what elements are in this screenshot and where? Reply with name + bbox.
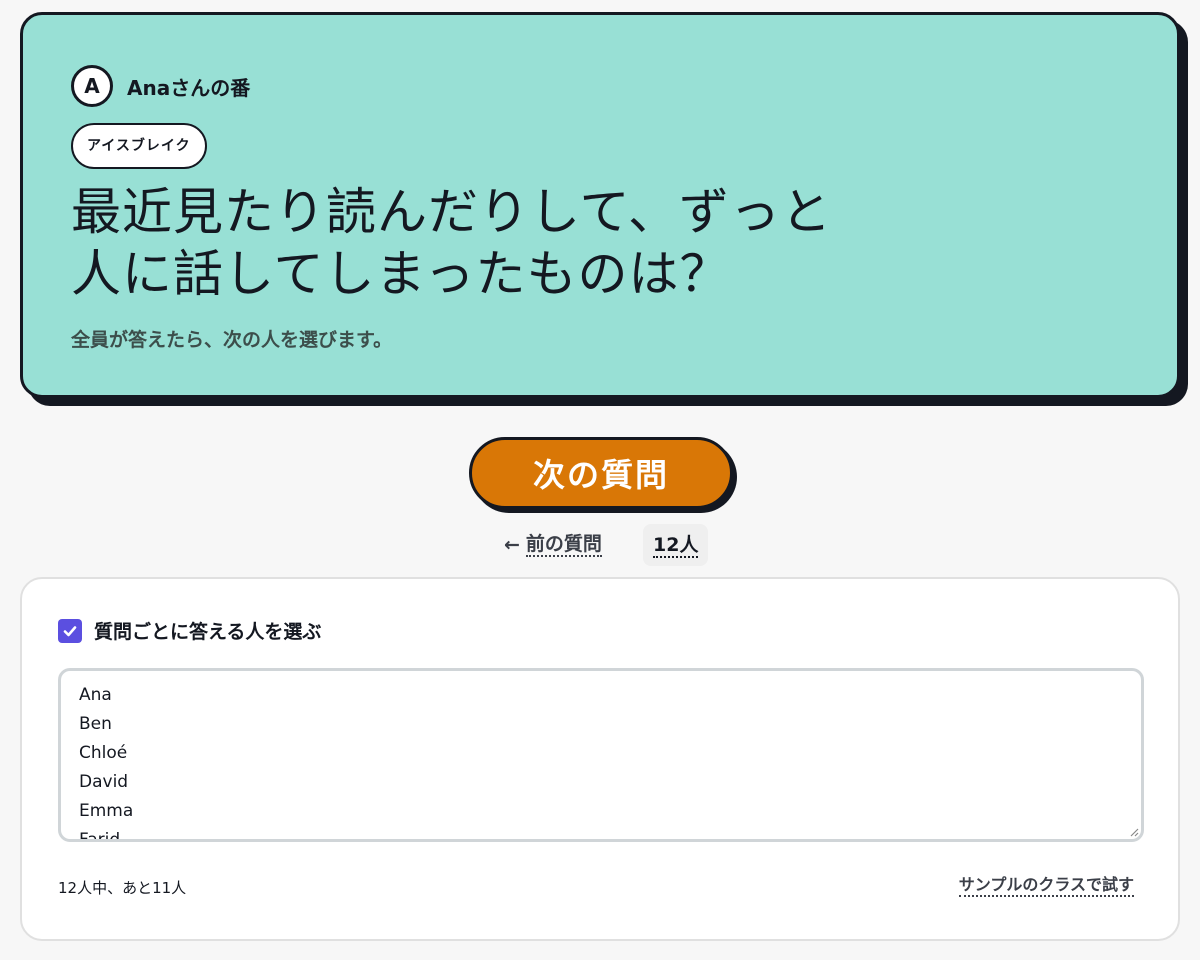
turn-label: Anaさんの番 [127, 75, 251, 100]
question-text: 最近見たり読んだりして、ずっと人に話してしまったものは？ [71, 183, 832, 303]
turn-indicator: A Anaさんの番 [71, 65, 1129, 107]
checkmark-icon [63, 625, 77, 636]
settings-panel: 質問ごとに答える人を選ぶ Ana Ben Chloé David Emma Farid 1… [20, 577, 1180, 941]
participant-count-label: 12人 [653, 534, 699, 558]
question-card: A Anaさんの番 アイスブレイク 最近見たり読んだりして、ずっと人に話してしま… [20, 12, 1180, 398]
remaining-count: 12人中、あと11人 [58, 879, 187, 897]
try-sample-class-link[interactable]: サンプルのクラスで試す [958, 875, 1134, 897]
category-tag: アイスブレイク [71, 123, 207, 169]
names-textarea[interactable]: Ana Ben Chloé David Emma Farid [58, 668, 1144, 842]
names-list: Ana Ben Chloé David Emma Farid [79, 681, 1123, 842]
arrow-left-icon: ← [504, 534, 520, 556]
pick-answerer-toggle[interactable]: 質問ごとに答える人を選ぶ [58, 617, 321, 644]
previous-question-link[interactable]: ← 前の質問 [504, 533, 602, 557]
avatar: A [71, 65, 113, 107]
name-line: Emma [79, 801, 134, 821]
name-line: Ana [79, 685, 112, 705]
name-line: Farid [79, 830, 121, 842]
name-line: David [79, 772, 129, 792]
question-subtext: 全員が答えたら、次の人を選びます。 [71, 329, 393, 351]
participant-count-button[interactable]: 12人 [643, 524, 709, 566]
pick-answerer-checkbox[interactable] [58, 618, 82, 643]
previous-question-label: 前の質問 [525, 533, 602, 557]
name-line: Chloé [79, 743, 128, 763]
resize-grip-icon[interactable] [1129, 827, 1139, 837]
pick-answerer-label: 質問ごとに答える人を選ぶ [94, 621, 322, 643]
name-line: Ben [79, 714, 112, 734]
next-question-button[interactable]: 次の質問 [469, 437, 733, 509]
